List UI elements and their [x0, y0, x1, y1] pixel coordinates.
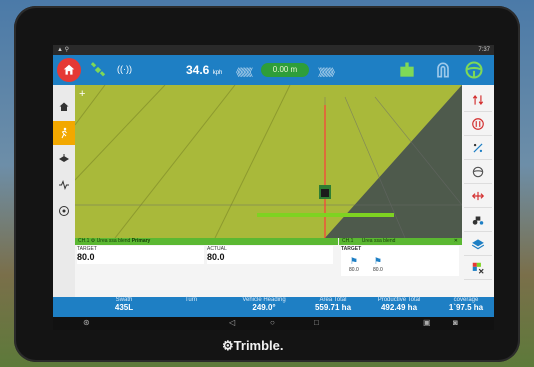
channel-header-primary: CH.1 ⚙ Urea ssa blend Primary: [75, 238, 338, 245]
home-nav-icon[interactable]: ○: [270, 318, 275, 327]
running-person-icon: [61, 127, 67, 139]
brand-name: Trimble.: [233, 338, 284, 353]
sidebar-guidance[interactable]: [53, 121, 75, 145]
field-view: +: [75, 85, 462, 238]
guidance-chevrons-left: 《《《《《: [231, 68, 253, 79]
magnet-icon[interactable]: [433, 60, 453, 80]
swap-arrows-icon: [472, 94, 484, 106]
home-icon: [59, 102, 69, 111]
stat-label: Turn: [184, 297, 198, 303]
guidance-chevrons-right: 》》》》》: [318, 68, 340, 79]
dial-icon: [59, 206, 69, 216]
summary-bar: Swath 435L Turn Vehicle Heading 249.0° A…: [53, 297, 494, 317]
preset-a-button[interactable]: ⚑ 80.0: [349, 256, 359, 273]
camera-icon[interactable]: ◙: [453, 318, 458, 327]
target-label: TARGET: [341, 246, 362, 252]
steering-wheel-icon[interactable]: [464, 60, 484, 80]
actual-rate: ACTUAL 80.0: [207, 246, 333, 264]
map-layers-button[interactable]: [464, 233, 492, 256]
vehicle-button[interactable]: [464, 209, 492, 232]
system-status-bar: ▲ ⚲ 7:37: [53, 45, 494, 55]
rate-preset-icon: ⚑: [349, 256, 358, 266]
layers-icon: [471, 239, 485, 250]
preset-targets: TARGET ⚑ 80.0 ⚑ 80.0: [341, 246, 459, 276]
sidebar-diagnostics[interactable]: [53, 173, 75, 197]
stat-value: 492.49 ha: [380, 303, 418, 312]
channel-header-secondary: CH.1 Urea ssa blend ✕: [339, 238, 462, 245]
home-button[interactable]: [57, 58, 81, 82]
android-nav-bar: ⊛ ◁ ○ □ ▣ ◙: [53, 317, 494, 330]
productive-total-stat: Productive Total 492.49 ha: [363, 297, 435, 312]
recents-icon[interactable]: □: [314, 318, 319, 327]
pulse-icon: [59, 180, 69, 190]
stat-value: 1`97.5 ha: [448, 303, 484, 312]
role-label: Primary: [131, 238, 151, 244]
turn-stat: Turn: [171, 297, 211, 303]
target-rate: TARGET 80.0: [77, 246, 204, 264]
channel-label: CH.1: [78, 238, 90, 244]
clear-coverage-button[interactable]: [464, 257, 492, 280]
radio-signal-icon[interactable]: ((·)): [117, 64, 132, 74]
steering-wheel-icon: [472, 166, 484, 178]
status-icons: ▲ ⚲: [57, 47, 69, 53]
preset-a-value: 80.0: [349, 267, 359, 273]
top-toolbar: ((·)) 34.6 kph 《《《《《 0.00 m 》》》》》: [53, 55, 494, 85]
brand-logo: ⚙Trimble.: [222, 338, 284, 353]
rate-control-panel: CH.1 ⚙ Urea ssa blend Primary CH.1 Urea …: [75, 238, 462, 297]
auto-section-button[interactable]: [464, 113, 492, 136]
right-toolbar: [462, 85, 494, 297]
screenshot-icon[interactable]: ▣: [423, 318, 431, 327]
tractor-icon: [472, 216, 484, 225]
slash-percent-icon: [473, 143, 483, 153]
layers-icon: [59, 154, 69, 162]
swap-direction-button[interactable]: [464, 89, 492, 112]
sidebar-field[interactable]: [53, 147, 75, 171]
preset-b-button[interactable]: ⚑ 80.0: [373, 256, 383, 273]
product-label: Urea ssa blend: [361, 238, 396, 244]
satellite-icon[interactable]: [89, 61, 107, 79]
clear-layer-icon: [472, 262, 484, 274]
swath-stat: Swath 435L: [99, 297, 149, 312]
product-label: Urea ssa blend: [96, 238, 131, 244]
target-value: 80.0: [77, 252, 95, 262]
clock: 7:37: [478, 47, 490, 53]
stat-value: 435L: [114, 303, 134, 312]
channel-label: CH.1: [342, 238, 354, 244]
shift-arrows-icon: [471, 191, 485, 201]
cross-track-offset: 0.00 m: [261, 63, 309, 77]
steering-engage-button[interactable]: [464, 161, 492, 184]
guidance-map[interactable]: +: [75, 85, 462, 238]
rate-preset-icon: ⚑: [373, 256, 382, 266]
actual-value: 80.0: [207, 252, 225, 262]
preset-b-value: 80.0: [373, 267, 383, 273]
coverage-stat: coverage 1`97.5 ha: [439, 297, 493, 312]
shift-line-button[interactable]: [464, 185, 492, 208]
close-icon[interactable]: ✕: [454, 238, 458, 245]
back-icon[interactable]: ◁: [229, 318, 235, 327]
app-screen: ▲ ⚲ 7:37 ((·)) 34.6 kph 《《《《《 0.00 m 》》》…: [53, 45, 494, 330]
stat-value: 249.0°: [252, 303, 276, 312]
area-total-stat: Area Total 559.71 ha: [305, 297, 361, 312]
speed-readout: 34.6 kph: [186, 63, 223, 77]
home-icon: [63, 64, 75, 75]
left-sidebar: [53, 85, 75, 297]
implement-icon[interactable]: [397, 60, 417, 80]
app-menu-icon[interactable]: ⊛: [83, 318, 90, 327]
steering-lock-icon: [472, 118, 484, 130]
nudge-button[interactable]: [464, 137, 492, 160]
sidebar-home[interactable]: [53, 95, 75, 119]
stat-value: 559.71 ha: [314, 303, 352, 312]
sidebar-settings[interactable]: [53, 199, 75, 223]
heading-stat: Vehicle Heading 249.0°: [229, 297, 299, 312]
svg-text:+: +: [79, 88, 85, 100]
